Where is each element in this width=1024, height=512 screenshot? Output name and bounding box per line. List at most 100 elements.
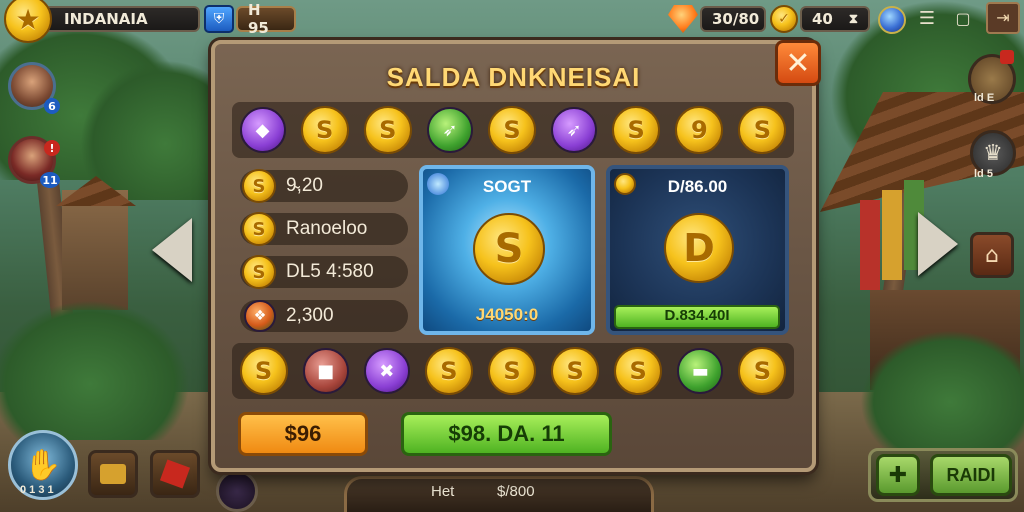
- featured-label: SOGT: [482, 177, 532, 196]
- gems-pill[interactable]: 30/80: [700, 6, 766, 32]
- coins-pill[interactable]: 40 ⧗: [800, 6, 870, 32]
- gem-green-icon[interactable]: ➶: [426, 107, 473, 153]
- window-icon[interactable]: ▢: [952, 8, 974, 30]
- heart-gem-icon: [668, 5, 698, 33]
- stat-text: 2,300: [286, 305, 334, 326]
- gem-purple-icon[interactable]: ✖: [363, 348, 410, 394]
- bush-right: [860, 330, 1024, 450]
- gem-green-icon[interactable]: ▬: [677, 348, 724, 394]
- gem-red-icon[interactable]: ■: [302, 348, 349, 394]
- notification-badge: !: [44, 140, 60, 156]
- item-glyph: S: [503, 357, 521, 385]
- top-item-row: ◆ S S ➶ S ➶ S 9 S: [232, 102, 794, 158]
- portal-icon[interactable]: [216, 470, 258, 512]
- stat-row-1: S 9̴,20: [240, 169, 408, 203]
- item-glyph: S: [254, 357, 273, 385]
- coin-icon[interactable]: S: [487, 347, 536, 395]
- coin-icon: S: [242, 255, 276, 289]
- gem-purple-icon[interactable]: ◆: [239, 107, 286, 153]
- item-glyph: ■: [317, 360, 335, 382]
- close-button[interactable]: ✕: [775, 40, 821, 86]
- exit-icon[interactable]: ⇥: [986, 2, 1020, 34]
- footer-tab[interactable]: Het $/800: [344, 476, 654, 512]
- coin-icon[interactable]: S: [487, 106, 536, 154]
- trophy-label: ld 5: [974, 168, 993, 180]
- gem-purple-icon[interactable]: ➶: [551, 107, 598, 153]
- next-arrow-icon[interactable]: [918, 212, 958, 276]
- stat-text: 9̴,20: [286, 175, 323, 196]
- gems-value: 30/80: [712, 10, 760, 28]
- shop-icon[interactable]: [150, 450, 200, 498]
- item-glyph: ➶: [442, 119, 458, 141]
- house-icon[interactable]: ⌂: [970, 232, 1014, 278]
- level-hud: ⛨ H 95: [204, 1, 296, 37]
- coins-hud: ✓ 40 ⧗: [770, 4, 870, 34]
- item-glyph: ▬: [691, 360, 709, 382]
- coin-icon[interactable]: S: [551, 347, 600, 395]
- stat-row-2: S Ranoeloo: [240, 212, 408, 246]
- chest-gem-icon: ❖: [244, 300, 276, 332]
- coin-icon: S: [242, 169, 276, 203]
- chest-label: ld E: [974, 92, 995, 104]
- buy-button[interactable]: $98. DA. 11: [401, 412, 612, 456]
- watchtower: [62, 190, 128, 310]
- stat-row-4: ❖ 2,300: [240, 300, 408, 332]
- bottom-item-row: S ■ ✖ S S S S ▬ S: [232, 343, 794, 399]
- footer-tab-value: $/800: [497, 483, 535, 500]
- stat-row-3: S DL5 4:580: [240, 255, 408, 289]
- coin-icon[interactable]: S: [614, 347, 663, 395]
- avatar-1-badge: 6: [44, 98, 60, 114]
- big-coin-icon: S: [473, 213, 545, 285]
- gems-hud: 30/80: [668, 4, 766, 34]
- coins-value: 40: [812, 10, 833, 28]
- secondary-label: D/86.00: [667, 177, 728, 196]
- big-coin-icon: D: [664, 213, 734, 283]
- menu-icon[interactable]: ☰: [916, 8, 938, 30]
- coin-icon[interactable]: S: [300, 106, 349, 154]
- coins-suffix: ⧗: [848, 11, 858, 27]
- shield-icon[interactable]: ⛨: [204, 5, 234, 33]
- featured-offer-card[interactable]: SOGT S J4050:0: [419, 165, 595, 335]
- stat-text: DL5 4:580: [286, 261, 374, 282]
- item-glyph: 9: [690, 116, 708, 144]
- close-icon: ✕: [785, 45, 811, 81]
- item-glyph: ◆: [255, 119, 270, 141]
- raid-button[interactable]: RAIDI: [930, 454, 1012, 496]
- item-glyph: ➶: [566, 119, 582, 141]
- secondary-offer-card[interactable]: D/86.00 D D.834.40I: [606, 165, 789, 335]
- level-value: H 95: [248, 1, 269, 37]
- item-glyph: S: [440, 357, 458, 385]
- avatar-2-badge: 11: [40, 172, 60, 188]
- flag-yellow: [882, 190, 902, 280]
- item-glyph: S: [629, 357, 647, 385]
- level-pill: H 95: [236, 1, 296, 37]
- footer-tab-label: Het: [431, 483, 455, 500]
- coin-icon[interactable]: S: [738, 347, 787, 395]
- item-glyph: S: [753, 357, 772, 385]
- stat-text: Ranoeloo: [286, 218, 368, 239]
- coin-icon[interactable]: S: [612, 106, 661, 154]
- globe-icon[interactable]: [878, 6, 906, 34]
- puzzle-icon[interactable]: ✚: [876, 454, 920, 496]
- flag-red: [860, 200, 880, 290]
- coin-icon[interactable]: S: [424, 347, 473, 395]
- item-glyph: ✖: [379, 360, 395, 382]
- price-button[interactable]: $96: [238, 412, 368, 456]
- previous-arrow-icon[interactable]: [152, 218, 192, 282]
- item-glyph: S: [566, 357, 584, 385]
- dialog-title: SALDA DNKNEISAI: [386, 62, 641, 92]
- skill-value: 0 1 3 1: [20, 484, 54, 496]
- coin-icon[interactable]: S: [363, 106, 412, 154]
- secondary-value: D.834.40I: [664, 307, 730, 324]
- chest-alert-badge: [1000, 50, 1014, 64]
- item-glyph: S: [316, 116, 334, 144]
- bush-left: [0, 300, 190, 440]
- coin-icon[interactable]: S: [239, 347, 288, 395]
- player-name-pill[interactable]: INDANAIA: [44, 6, 200, 32]
- coin-icon[interactable]: S: [738, 106, 787, 154]
- item-glyph: S: [503, 116, 521, 144]
- coin-icon[interactable]: 9: [675, 106, 724, 154]
- item-glyph: S: [379, 116, 397, 144]
- featured-value: J4050:0: [475, 305, 539, 324]
- bag-icon[interactable]: [88, 450, 138, 498]
